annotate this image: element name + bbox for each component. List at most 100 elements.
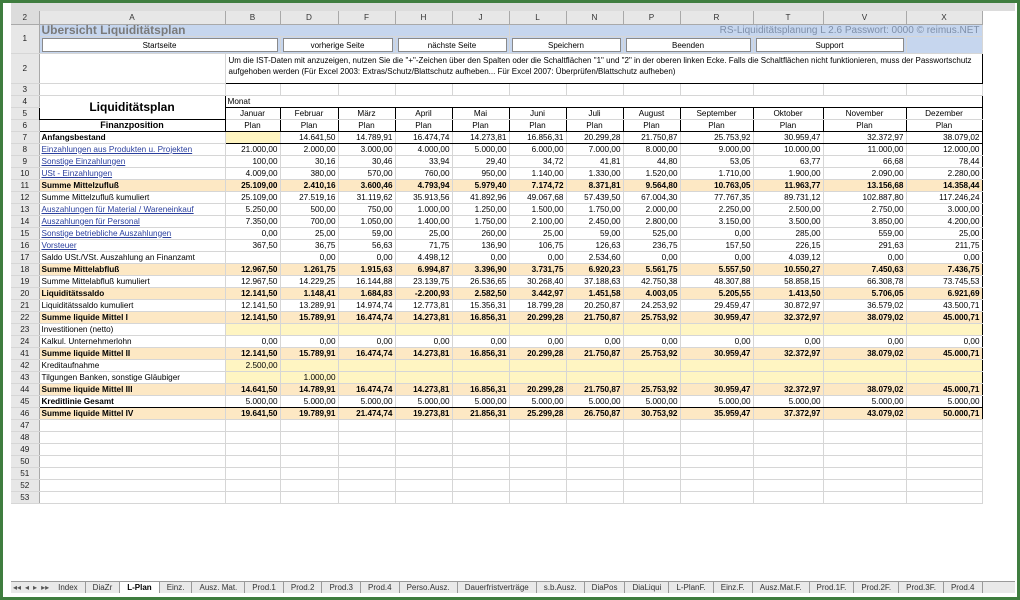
value-cell[interactable]: 157,50 — [680, 239, 754, 252]
value-cell[interactable]: 25.753,92 — [623, 346, 681, 360]
value-cell[interactable]: 0,00 — [225, 335, 281, 348]
value-cell[interactable]: 30.959,47 — [680, 382, 754, 396]
row-header-47[interactable]: 47 — [11, 419, 40, 432]
value-cell[interactable]: 12.141,50 — [225, 310, 281, 324]
value-cell[interactable]: 26.536,65 — [452, 275, 510, 288]
value-cell[interactable]: 16.856,31 — [509, 131, 567, 144]
value-cell[interactable]: 16.144,88 — [338, 275, 396, 288]
value-cell[interactable] — [509, 323, 567, 336]
sheet-tab[interactable]: DiaZr — [86, 582, 121, 593]
value-cell[interactable]: 5.250,00 — [225, 203, 281, 216]
value-cell[interactable]: 10.000,00 — [753, 143, 824, 156]
sheet-tab[interactable]: DiaLiqui — [625, 582, 670, 593]
value-cell[interactable]: 2.500,00 — [225, 359, 281, 372]
value-cell[interactable]: 31.119,62 — [338, 191, 396, 204]
value-cell[interactable]: 38.079,02 — [823, 382, 907, 396]
sheet-tab[interactable]: Ausz. Mat. — [192, 582, 246, 593]
value-cell[interactable]: 57.439,50 — [566, 191, 624, 204]
value-cell[interactable]: 25.109,00 — [225, 178, 281, 192]
value-cell[interactable]: 21.000,00 — [225, 143, 281, 156]
value-cell[interactable]: 4.039,12 — [753, 251, 824, 264]
value-cell[interactable]: 32.372,97 — [753, 382, 824, 396]
value-cell[interactable]: 10.550,27 — [753, 262, 824, 276]
value-cell[interactable]: 0,00 — [623, 251, 681, 264]
value-cell[interactable]: 20.299,28 — [566, 131, 624, 144]
value-cell[interactable]: 63,77 — [753, 155, 824, 168]
value-cell[interactable]: 30.959,47 — [680, 346, 754, 360]
sheet-tab[interactable]: L-Plan — [120, 582, 160, 593]
value-cell[interactable]: 21.750,87 — [566, 310, 624, 324]
value-cell[interactable]: 12.141,50 — [225, 286, 281, 300]
value-cell[interactable]: 1.050,00 — [338, 215, 396, 228]
value-cell[interactable]: 18.799,28 — [509, 299, 567, 312]
value-cell[interactable]: 1.148,41 — [280, 286, 339, 300]
value-cell[interactable]: 25.753,92 — [623, 310, 681, 324]
value-cell[interactable]: 2.090,00 — [823, 167, 907, 180]
sheet-tab[interactable]: Einz.F. — [714, 582, 753, 593]
sheet-tab[interactable]: Einz. — [160, 582, 193, 593]
last-sheet-icon[interactable]: ▸▸ — [39, 582, 51, 593]
value-cell[interactable]: 25,00 — [395, 227, 453, 240]
value-cell[interactable]: 12.967,50 — [225, 275, 281, 288]
value-cell[interactable] — [452, 371, 510, 384]
value-cell[interactable]: 2.000,00 — [623, 203, 681, 216]
value-cell[interactable]: 2.750,00 — [823, 203, 907, 216]
value-cell[interactable]: 30.268,40 — [509, 275, 567, 288]
value-cell[interactable]: 16.474,74 — [338, 382, 396, 396]
value-cell[interactable]: 34,72 — [509, 155, 567, 168]
value-cell[interactable]: 15.789,91 — [280, 310, 339, 324]
value-cell[interactable]: 24.253,92 — [623, 299, 681, 312]
value-cell[interactable]: 59,00 — [338, 227, 396, 240]
value-cell[interactable]: 16.856,31 — [452, 346, 510, 360]
value-cell[interactable]: 29,40 — [452, 155, 510, 168]
value-cell[interactable]: 73.745,53 — [906, 275, 983, 288]
row-header-14[interactable]: 14 — [11, 215, 40, 228]
nav-button-support[interactable]: Support — [755, 37, 904, 52]
row-header-51[interactable]: 51 — [11, 467, 40, 480]
value-cell[interactable]: 0,00 — [452, 335, 510, 348]
value-cell[interactable]: 20.250,87 — [566, 299, 624, 312]
value-cell[interactable]: 38.079,02 — [906, 131, 983, 144]
value-cell[interactable]: 66,68 — [823, 155, 907, 168]
row-label[interactable]: Auszahlungen für Material / Wareneinkauf — [38, 203, 226, 216]
sheet-tab[interactable]: Prod.1F. — [810, 582, 855, 593]
value-cell[interactable]: 21.856,31 — [452, 406, 510, 420]
sheet-tab[interactable]: Index — [51, 582, 86, 593]
value-cell[interactable]: 19.273,81 — [395, 406, 453, 420]
value-cell[interactable] — [680, 371, 754, 384]
value-cell[interactable]: 1.684,83 — [338, 286, 396, 300]
value-cell[interactable] — [566, 323, 624, 336]
value-cell[interactable]: 43.079,02 — [823, 406, 907, 420]
column-header-F[interactable]: F — [338, 11, 396, 25]
row-header-15[interactable]: 15 — [11, 227, 40, 240]
value-cell[interactable]: 700,00 — [280, 215, 339, 228]
row-header-2[interactable]: 2 — [11, 53, 40, 84]
value-cell[interactable]: 3.442,97 — [509, 286, 567, 300]
value-cell[interactable]: 6.921,69 — [906, 286, 983, 300]
row-header-45[interactable]: 45 — [11, 395, 40, 408]
value-cell[interactable]: 2.410,16 — [280, 178, 339, 192]
value-cell[interactable] — [906, 323, 983, 336]
value-cell[interactable] — [509, 359, 567, 372]
value-cell[interactable]: 42.750,38 — [623, 275, 681, 288]
value-cell[interactable]: 0,00 — [623, 335, 681, 348]
value-cell[interactable]: 25,00 — [509, 227, 567, 240]
row-header-43[interactable]: 43 — [11, 371, 40, 384]
value-cell[interactable]: 27.519,16 — [280, 191, 339, 204]
value-cell[interactable]: 77.767,35 — [680, 191, 754, 204]
value-cell[interactable]: 1.750,00 — [566, 203, 624, 216]
value-cell[interactable]: 15.789,91 — [280, 346, 339, 360]
value-cell[interactable]: 8.371,81 — [566, 178, 624, 192]
value-cell[interactable]: 7.436,75 — [906, 262, 983, 276]
value-cell[interactable]: 1.140,00 — [509, 167, 567, 180]
value-cell[interactable]: 37.372,97 — [753, 406, 824, 420]
value-cell[interactable]: 1.451,58 — [566, 286, 624, 300]
value-cell[interactable]: 4.000,00 — [395, 143, 453, 156]
row-header-6[interactable]: 6 — [11, 119, 40, 132]
row-header-10[interactable]: 10 — [11, 167, 40, 180]
value-cell[interactable]: 21.750,87 — [566, 382, 624, 396]
value-cell[interactable]: 0,00 — [452, 251, 510, 264]
value-cell[interactable] — [395, 359, 453, 372]
row-header-20[interactable]: 20 — [11, 287, 40, 300]
value-cell[interactable]: 5.000,00 — [225, 394, 281, 408]
